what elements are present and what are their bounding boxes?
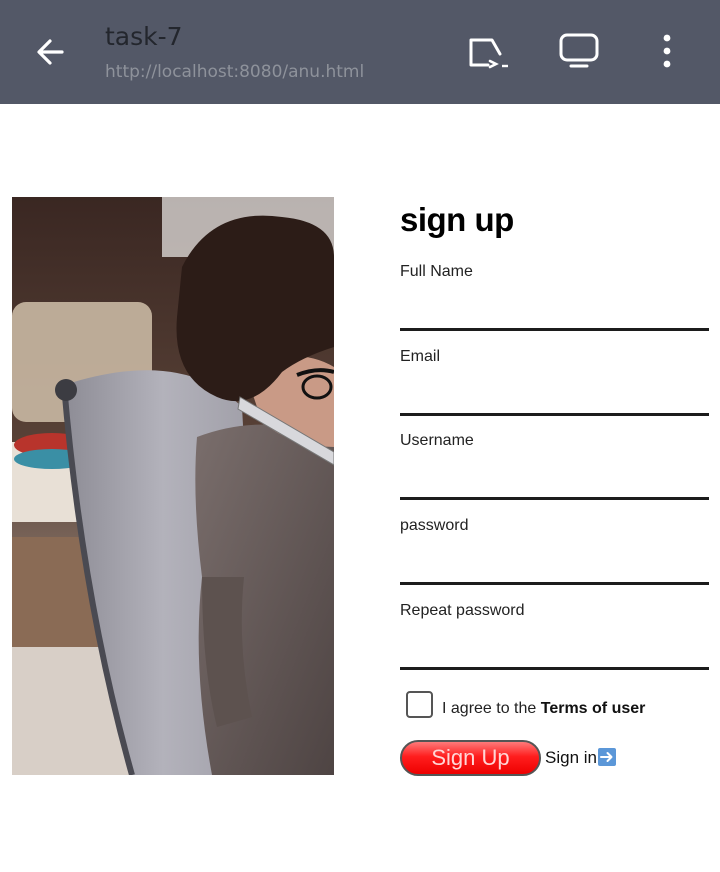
repeat-password-input[interactable] [400, 636, 709, 670]
password-label: password [400, 517, 469, 534]
terms-checkbox[interactable] [406, 691, 433, 718]
cast-button[interactable] [466, 30, 512, 74]
username-input[interactable] [400, 466, 709, 500]
signin-label: Sign in [545, 748, 597, 767]
signup-photo [12, 197, 334, 775]
page-url[interactable]: http://localhost:8080/anu.html [105, 62, 364, 82]
back-button[interactable] [30, 30, 76, 74]
username-label: Username [400, 432, 474, 449]
terms-link[interactable]: Terms of user [541, 700, 646, 717]
more-vertical-icon [663, 34, 671, 68]
repeat-password-label: Repeat password [400, 602, 525, 619]
overflow-menu-button[interactable] [652, 30, 682, 74]
tv-button[interactable] [556, 30, 602, 74]
arrow-left-icon [37, 39, 64, 65]
terms-text: I agree to the Terms of user [442, 700, 645, 718]
page-title: task-7 [105, 22, 183, 51]
right-arrow-emoji-icon [597, 748, 616, 766]
signin-link[interactable]: Sign in [545, 748, 616, 768]
cast-icon [469, 38, 508, 69]
tv-icon [559, 33, 599, 68]
email-input[interactable] [400, 382, 709, 416]
browser-toolbar: task-7 http://localhost:8080/anu.html [0, 0, 720, 104]
terms-prefix: I agree to the [442, 700, 541, 717]
password-input[interactable] [400, 551, 709, 585]
full-name-label: Full Name [400, 263, 473, 280]
form-title: sign up [400, 201, 514, 238]
signup-button[interactable]: Sign Up [400, 740, 541, 776]
full-name-input[interactable] [400, 297, 709, 331]
email-label: Email [400, 348, 441, 365]
terms-agreement: I agree to the Terms of user [406, 691, 706, 721]
